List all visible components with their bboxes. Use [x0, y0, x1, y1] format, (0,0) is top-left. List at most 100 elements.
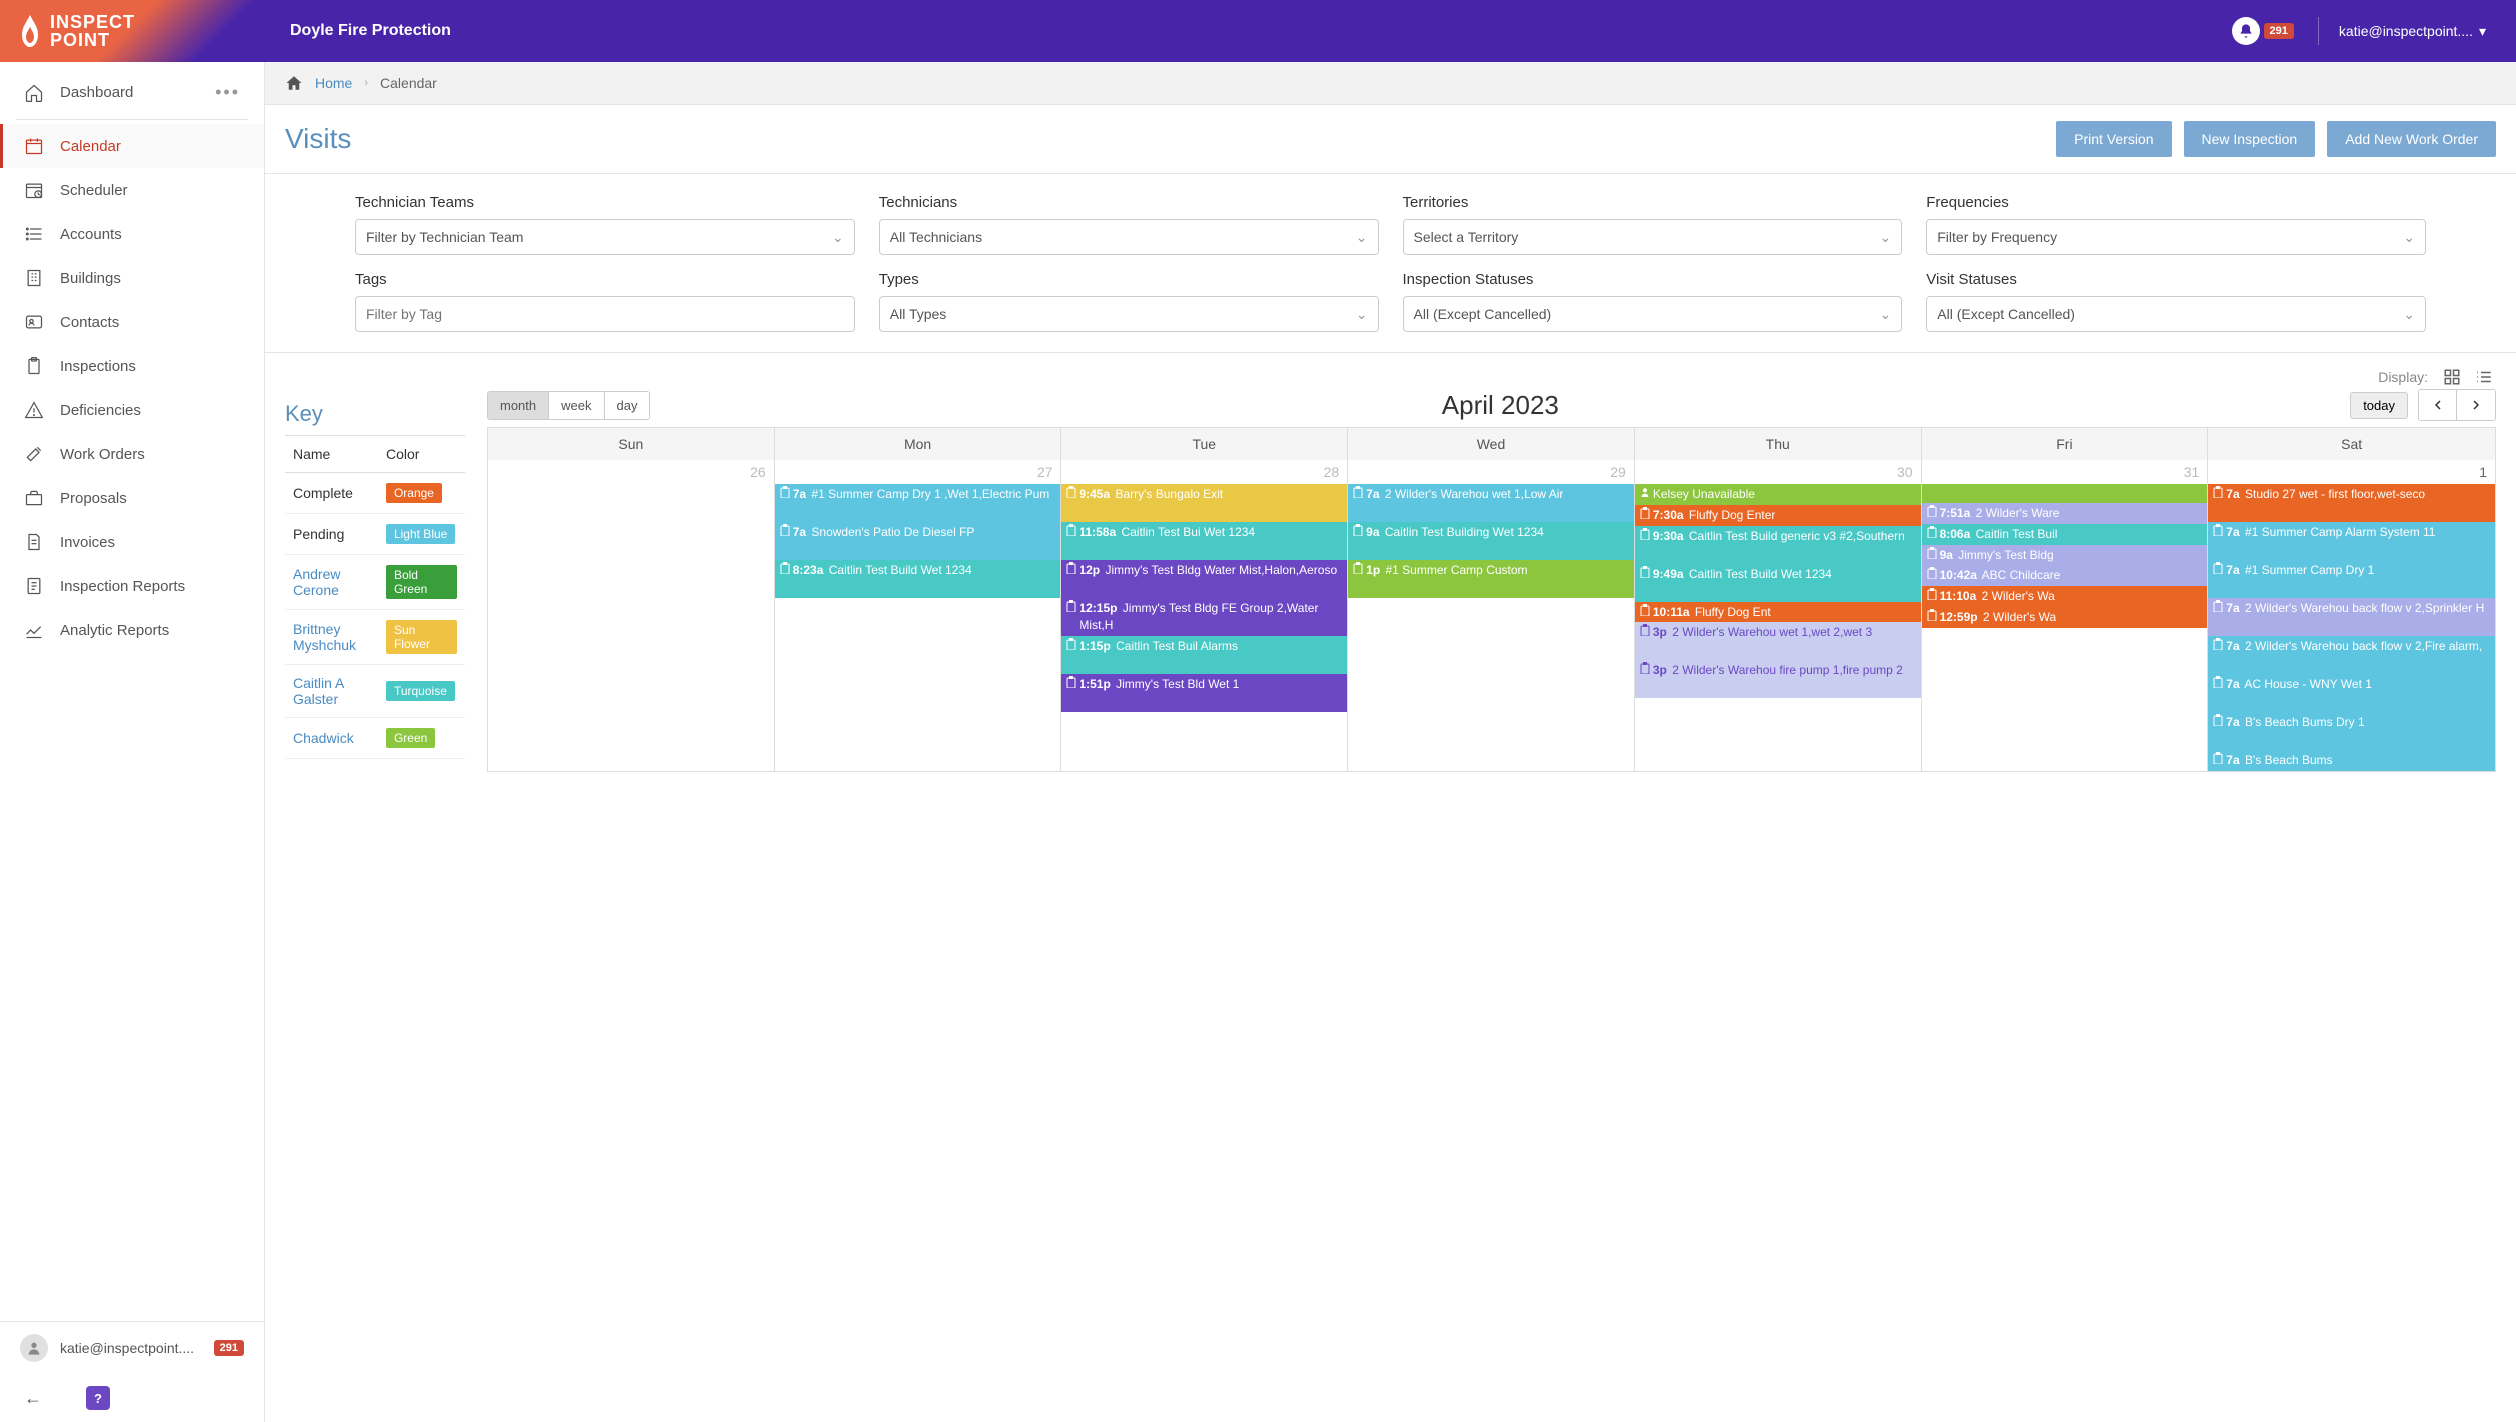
prev-button[interactable] — [2419, 390, 2457, 420]
calendar-event[interactable]: 11:58a Caitlin Test Bui Wet 1234 — [1061, 522, 1347, 560]
sidebar-user[interactable]: katie@inspectpoint.... 291 — [0, 1322, 264, 1374]
calendar-event[interactable]: 12:59p 2 Wilder's Wa — [1922, 607, 2208, 628]
cal-day-cell[interactable]: 31 7:51a 2 Wilder's Ware8:06a Caitlin Te… — [1922, 460, 2209, 771]
sidebar-item-deficiencies[interactable]: Deficiencies — [0, 388, 264, 432]
calendar-event[interactable]: 8:23a Caitlin Test Build Wet 1234 — [775, 560, 1061, 598]
cal-day-cell[interactable]: 289:45a Barry's Bungalo Exit11:58a Caitl… — [1061, 460, 1348, 771]
sidebar-item-calendar[interactable]: Calendar — [0, 124, 264, 168]
collapse-sidebar-icon[interactable]: ← — [24, 1388, 42, 1409]
calendar-event[interactable]: 7a #1 Summer Camp Dry 1 — [2208, 560, 2495, 598]
notifications[interactable]: 291 — [2232, 17, 2294, 45]
filter-types-select[interactable]: All Types⌄ — [879, 296, 1379, 332]
calendar-event[interactable]: 9:45a Barry's Bungalo Exit — [1061, 484, 1347, 522]
filter-insp-status-label: Inspection Statuses — [1403, 271, 1903, 288]
calendar-event[interactable]: 7a B's Beach Bums — [2208, 750, 2495, 771]
calendar-event[interactable]: Kelsey Unavailable — [1635, 484, 1921, 505]
key-row: Caitlin A GalsterTurquoise — [285, 665, 465, 718]
key-name[interactable]: Chadwick — [285, 718, 378, 759]
filter-frequencies-select[interactable]: Filter by Frequency⌄ — [1926, 219, 2426, 255]
key-name[interactable]: Andrew Cerone — [285, 555, 378, 610]
sidebar-item-label: Work Orders — [60, 446, 145, 463]
calendar-event[interactable]: 11:10a 2 Wilder's Wa — [1922, 586, 2208, 607]
sidebar-item-dashboard[interactable]: Dashboard••• — [0, 70, 264, 115]
calendar-event[interactable]: 9:49a Caitlin Test Build Wet 1234 — [1635, 564, 1921, 602]
key-name[interactable]: Caitlin A Galster — [285, 665, 378, 718]
filter-tags-input[interactable] — [355, 296, 855, 332]
cal-day-cell[interactable]: 277a #1 Summer Camp Dry 1 ,Wet 1,Electri… — [775, 460, 1062, 771]
sidebar-item-inspections[interactable]: Inspections — [0, 344, 264, 388]
cal-day-cell[interactable]: 30Kelsey Unavailable7:30a Fluffy Dog Ent… — [1635, 460, 1922, 771]
calendar-event[interactable]: 9a Caitlin Test Building Wet 1234 — [1348, 522, 1634, 560]
calendar-event[interactable]: 12:15p Jimmy's Test Bldg FE Group 2,Wate… — [1061, 598, 1347, 636]
key-row: PendingLight Blue — [285, 514, 465, 555]
day-number: 26 — [750, 464, 766, 480]
help-button[interactable]: ? — [86, 1386, 110, 1410]
sidebar-item-label: Buildings — [60, 270, 121, 287]
calendar-event[interactable] — [1922, 484, 2208, 503]
page-title: Visits — [285, 123, 351, 155]
filter-visit-status-select[interactable]: All (Except Cancelled)⌄ — [1926, 296, 2426, 332]
filter-technicians-select[interactable]: All Technicians⌄ — [879, 219, 1379, 255]
calendar-event[interactable]: 7a B's Beach Bums Dry 1 — [2208, 712, 2495, 750]
filter-teams-select[interactable]: Filter by Technician Team⌄ — [355, 219, 855, 255]
calendar-event[interactable]: 7:30a Fluffy Dog Enter — [1635, 505, 1921, 526]
cal-day-cell[interactable]: 17a Studio 27 wet - first floor,wet-seco… — [2208, 460, 2495, 771]
calendar-event[interactable]: 7a AC House - WNY Wet 1 — [2208, 674, 2495, 712]
calendar-event[interactable]: 9a Jimmy's Test Bldg — [1922, 545, 2208, 566]
calendar-event[interactable]: 8:06a Caitlin Test Buil — [1922, 524, 2208, 545]
sidebar-item-proposals[interactable]: Proposals — [0, 476, 264, 520]
sidebar-item-work-orders[interactable]: Work Orders — [0, 432, 264, 476]
calendar-event[interactable]: 7a #1 Summer Camp Alarm System 11 — [2208, 522, 2495, 560]
filter-insp-status-select[interactable]: All (Except Cancelled)⌄ — [1403, 296, 1903, 332]
print-version-button[interactable]: Print Version — [2056, 121, 2171, 157]
calendar-event[interactable]: 10:11a Fluffy Dog Ent — [1635, 602, 1921, 623]
cal-day-cell[interactable]: 297a 2 Wilder's Warehou wet 1,Low Air9a … — [1348, 460, 1635, 771]
calendar-event[interactable]: 3p 2 Wilder's Warehou wet 1,wet 2,wet 3 — [1635, 622, 1921, 660]
next-button[interactable] — [2457, 390, 2495, 420]
calendar-event[interactable]: 7:51a 2 Wilder's Ware — [1922, 503, 2208, 524]
calendar-event[interactable]: 7a 2 Wilder's Warehou back flow v 2,Spri… — [2208, 598, 2495, 636]
calendar-event[interactable]: 7a Snowden's Patio De Diesel FP — [775, 522, 1061, 560]
day-number: 31 — [2184, 464, 2200, 480]
view-month-button[interactable]: month — [488, 392, 549, 419]
sidebar-item-contacts[interactable]: Contacts — [0, 300, 264, 344]
key-name[interactable]: Brittney Myshchuk — [285, 610, 378, 665]
calendar-event[interactable]: 3p 2 Wilder's Warehou fire pump 1,fire p… — [1635, 660, 1921, 698]
calendar-event[interactable]: 1p #1 Summer Camp Custom — [1348, 560, 1634, 598]
more-icon[interactable]: ••• — [215, 82, 240, 103]
view-week-button[interactable]: week — [549, 392, 604, 419]
new-inspection-button[interactable]: New Inspection — [2184, 121, 2316, 157]
sidebar-item-label: Accounts — [60, 226, 122, 243]
home-icon[interactable] — [285, 74, 303, 92]
cal-day-header: Tue — [1061, 428, 1348, 460]
calendar-event[interactable]: 9:30a Caitlin Test Build generic v3 #2,S… — [1635, 526, 1921, 564]
sidebar-item-inspection-reports[interactable]: Inspection Reports — [0, 564, 264, 608]
cal-day-cell[interactable]: 26 — [488, 460, 775, 771]
sidebar-item-scheduler[interactable]: Scheduler — [0, 168, 264, 212]
sidebar-item-invoices[interactable]: Invoices — [0, 520, 264, 564]
sidebar-item-accounts[interactable]: Accounts — [0, 212, 264, 256]
breadcrumb-home[interactable]: Home — [315, 75, 352, 91]
calendar-event[interactable]: 7a 2 Wilder's Warehou back flow v 2,Fire… — [2208, 636, 2495, 674]
view-day-button[interactable]: day — [605, 392, 650, 419]
sidebar-item-label: Inspection Reports — [60, 578, 185, 595]
calendar-event[interactable]: 7a #1 Summer Camp Dry 1 ,Wet 1,Electric … — [775, 484, 1061, 522]
sidebar-item-label: Deficiencies — [60, 402, 141, 419]
calendar-event[interactable]: 12p Jimmy's Test Bldg Water Mist,Halon,A… — [1061, 560, 1347, 598]
user-menu[interactable]: katie@inspectpoint.... ▾ — [2339, 23, 2486, 40]
today-button[interactable]: today — [2350, 392, 2408, 419]
sidebar-item-buildings[interactable]: Buildings — [0, 256, 264, 300]
calendar-event[interactable]: 1:51p Jimmy's Test Bld Wet 1 — [1061, 674, 1347, 712]
filter-technicians-label: Technicians — [879, 194, 1379, 211]
display-list-icon[interactable] — [2472, 365, 2496, 389]
filter-teams-label: Technician Teams — [355, 194, 855, 211]
calendar-event[interactable]: 7a 2 Wilder's Warehou wet 1,Low Air — [1348, 484, 1634, 522]
calendar-event[interactable]: 7a Studio 27 wet - first floor,wet-seco — [2208, 484, 2495, 522]
logo[interactable]: INSPECTPOINT — [0, 0, 265, 62]
calendar-event[interactable]: 1:15p Caitlin Test Buil Alarms — [1061, 636, 1347, 674]
filter-territories-select[interactable]: Select a Territory⌄ — [1403, 219, 1903, 255]
sidebar-item-analytic-reports[interactable]: Analytic Reports — [0, 608, 264, 652]
add-work-order-button[interactable]: Add New Work Order — [2327, 121, 2496, 157]
display-grid-icon[interactable] — [2440, 365, 2464, 389]
calendar-event[interactable]: 10:42a ABC Childcare — [1922, 565, 2208, 586]
